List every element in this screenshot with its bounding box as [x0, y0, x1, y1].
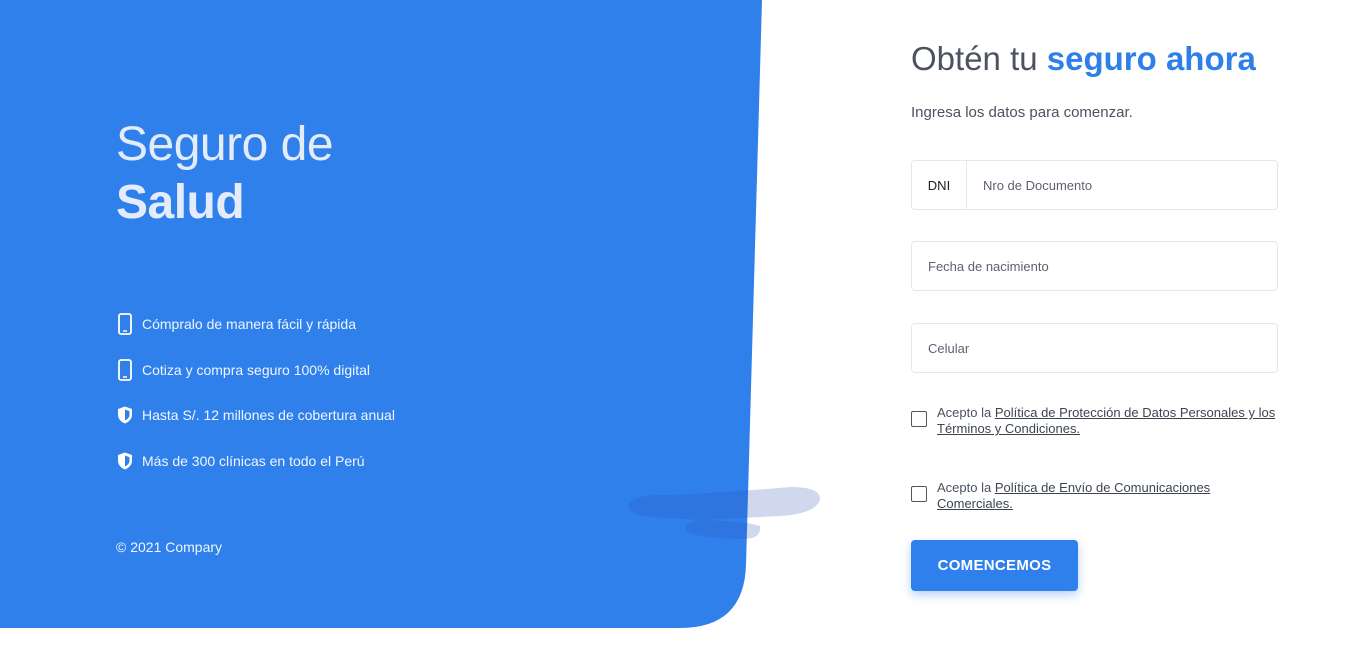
hero-title-bold: Salud — [116, 176, 245, 229]
comms-consent-lead: Acepto la — [937, 480, 995, 495]
submit-button[interactable]: COMENCEMOS — [911, 540, 1078, 591]
form-title-plain: Obtén tu — [911, 40, 1047, 77]
feature-text: Hasta S/. 12 millones de cobertura anual — [142, 407, 395, 423]
form-title: Obtén tu seguro ahora — [911, 40, 1256, 78]
document-number-input[interactable] — [967, 161, 1277, 209]
form-subtitle: Ingresa los datos para comenzar. — [911, 104, 1133, 121]
phone-field — [911, 323, 1278, 373]
birthdate-field — [911, 241, 1278, 291]
hero-section: Seguro de Salud Cómpralo de manera fácil… — [116, 0, 716, 661]
feature-list: Cómpralo de manera fácil y rápida Cotiza… — [116, 312, 395, 494]
shield-icon — [116, 449, 134, 473]
phone-input[interactable] — [912, 324, 1277, 372]
feature-item: Cómpralo de manera fácil y rápida — [116, 312, 395, 336]
hero-title-light: Seguro de — [116, 118, 334, 171]
birthdate-input[interactable] — [912, 242, 1277, 290]
feature-text: Más de 300 clínicas en todo el Perú — [142, 452, 365, 469]
hero-title: Seguro de Salud — [116, 116, 334, 232]
feature-text: Cómpralo de manera fácil y rápida — [142, 316, 356, 332]
feature-item: Cotiza y compra seguro 100% digital — [116, 358, 395, 382]
comms-consent-checkbox[interactable] — [911, 486, 927, 502]
document-field: DNI — [911, 160, 1278, 210]
feature-item: Más de 300 clínicas en todo el Perú — [116, 449, 395, 473]
document-type-prefix[interactable]: DNI — [912, 161, 967, 209]
smartphone-icon — [116, 312, 134, 336]
privacy-consent-checkbox[interactable] — [911, 411, 927, 427]
feature-text: Cotiza y compra seguro 100% digital — [142, 361, 371, 378]
smartphone-icon — [116, 358, 134, 382]
privacy-consent-row: Acepto la Política de Protección de Dato… — [911, 405, 1280, 437]
copyright-text: © 2021 Compary — [116, 539, 223, 555]
comms-consent-text: Acepto la Política de Envío de Comunicac… — [937, 480, 1280, 512]
feature-item: Hasta S/. 12 millones de cobertura anual — [116, 403, 395, 427]
comms-consent-row: Acepto la Política de Envío de Comunicac… — [911, 480, 1280, 512]
form-title-accent: seguro ahora — [1046, 40, 1256, 77]
privacy-consent-text: Acepto la Política de Protección de Dato… — [937, 405, 1280, 437]
privacy-consent-lead: Acepto la — [937, 405, 995, 420]
shield-icon — [116, 403, 134, 427]
